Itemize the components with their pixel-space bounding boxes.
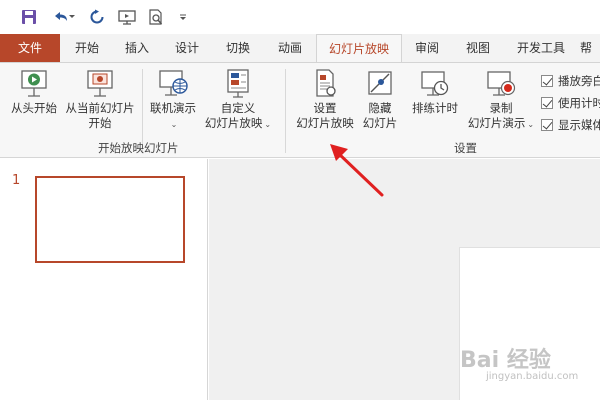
- slide-thumbnail-pane: 1: [0, 159, 208, 400]
- ribbon-tabs: 文件 开始 插入 设计 切换 动画 幻灯片放映 审阅 视图 开发工具 帮: [0, 34, 600, 63]
- tab-developer[interactable]: 开发工具: [504, 34, 578, 62]
- checkbox-label: 显示媒体: [558, 118, 600, 132]
- checkbox-label: 使用计时: [558, 96, 600, 110]
- undo-icon[interactable]: [50, 6, 80, 28]
- tab-file[interactable]: 文件: [0, 34, 60, 62]
- tab-transitions[interactable]: 切换: [212, 34, 264, 62]
- from-beginning-label: 从头开始: [11, 101, 57, 115]
- from-beginning-button[interactable]: 从头开始: [6, 69, 62, 116]
- tab-home[interactable]: 开始: [62, 34, 112, 62]
- present-icon[interactable]: [115, 6, 139, 28]
- customize-icon[interactable]: [176, 6, 190, 28]
- from-beginning-icon: [18, 69, 50, 99]
- baidu-watermark-url: jingyan.baidu.com: [486, 371, 579, 382]
- tab-view[interactable]: 视图: [452, 34, 504, 62]
- custom-slide-show-button[interactable]: 自定义 幻灯片放映 ⌄: [202, 69, 274, 132]
- slide-number: 1: [12, 173, 21, 188]
- tab-insert[interactable]: 插入: [112, 34, 162, 62]
- group-label-start-show: 开始放映幻灯片: [98, 141, 179, 155]
- slide-thumbnail[interactable]: [35, 176, 185, 263]
- checkbox-play-narrations[interactable]: 播放旁白: [541, 73, 600, 89]
- checkbox-use-timings[interactable]: 使用计时: [541, 95, 600, 111]
- setup-slide-show-icon: [309, 69, 341, 99]
- online-present-icon: [157, 69, 189, 99]
- checkbox-box[interactable]: [541, 97, 553, 109]
- rehearse-timings-icon: [419, 69, 451, 99]
- from-current-button[interactable]: 从当前幻灯片 开始: [62, 69, 138, 131]
- custom-slide-show-label-1: 自定义: [220, 101, 256, 115]
- rehearse-timings-button[interactable]: 排练计时: [407, 69, 463, 116]
- ribbon-group-divider: [285, 69, 286, 153]
- custom-slide-show-label-2-text: 幻灯片放映: [204, 116, 263, 130]
- setup-slide-show-button[interactable]: 设置 幻灯片放映: [293, 69, 357, 131]
- record-label-2-text: 幻灯片演示: [467, 116, 526, 130]
- record-icon: [485, 69, 517, 99]
- online-present-caret: ⌄: [170, 120, 178, 129]
- checkbox-label: 播放旁白: [558, 74, 600, 88]
- checkbox-box[interactable]: [541, 75, 553, 87]
- setup-slide-show-label-1: 设置: [313, 101, 337, 115]
- online-present-button[interactable]: 联机演示 ⌄: [144, 69, 202, 132]
- custom-slide-show-icon: [222, 69, 254, 99]
- hide-slide-icon: [364, 69, 396, 99]
- record-slide-show-button[interactable]: 录制 幻灯片演示 ⌄: [464, 69, 538, 132]
- tab-animations[interactable]: 动画: [264, 34, 316, 62]
- checkbox-box[interactable]: [541, 119, 553, 131]
- custom-slide-show-label-2: 幻灯片放映 ⌄: [204, 116, 272, 130]
- save-icon[interactable]: [18, 6, 40, 28]
- from-current-label-2: 开始: [88, 116, 112, 130]
- hide-slide-button[interactable]: 隐藏 幻灯片: [357, 69, 403, 131]
- tab-review[interactable]: 审阅: [402, 34, 452, 62]
- print-preview-icon[interactable]: [145, 6, 167, 28]
- online-present-label: 联机演示: [150, 101, 196, 115]
- rehearse-timings-label: 排练计时: [412, 101, 458, 115]
- tab-help[interactable]: 帮: [580, 34, 600, 62]
- quick-access-toolbar: [0, 0, 600, 34]
- hide-slide-label-1: 隐藏: [368, 101, 392, 115]
- record-label-2: 幻灯片演示 ⌄: [467, 116, 535, 130]
- hide-slide-label-2: 幻灯片: [362, 116, 398, 130]
- record-label-1: 录制: [489, 101, 513, 115]
- from-current-icon: [84, 69, 116, 99]
- ribbon-panel: 从头开始 从当前幻灯片 开始 联机演示 ⌄ 自定义 幻灯片放映 ⌄ 开始放映幻灯片…: [0, 62, 600, 158]
- checkbox-show-media[interactable]: 显示媒体: [541, 117, 600, 133]
- tab-slide-show[interactable]: 幻灯片放映: [316, 34, 402, 63]
- from-current-label-1: 从当前幻灯片: [65, 101, 135, 115]
- group-label-setup: 设置: [454, 141, 477, 155]
- annotation-arrow-icon: [330, 144, 384, 197]
- redo-icon[interactable]: [86, 6, 108, 28]
- setup-slide-show-label-2: 幻灯片放映: [296, 116, 354, 130]
- tab-design[interactable]: 设计: [162, 34, 212, 62]
- baidu-watermark: Bai 经验: [460, 348, 551, 373]
